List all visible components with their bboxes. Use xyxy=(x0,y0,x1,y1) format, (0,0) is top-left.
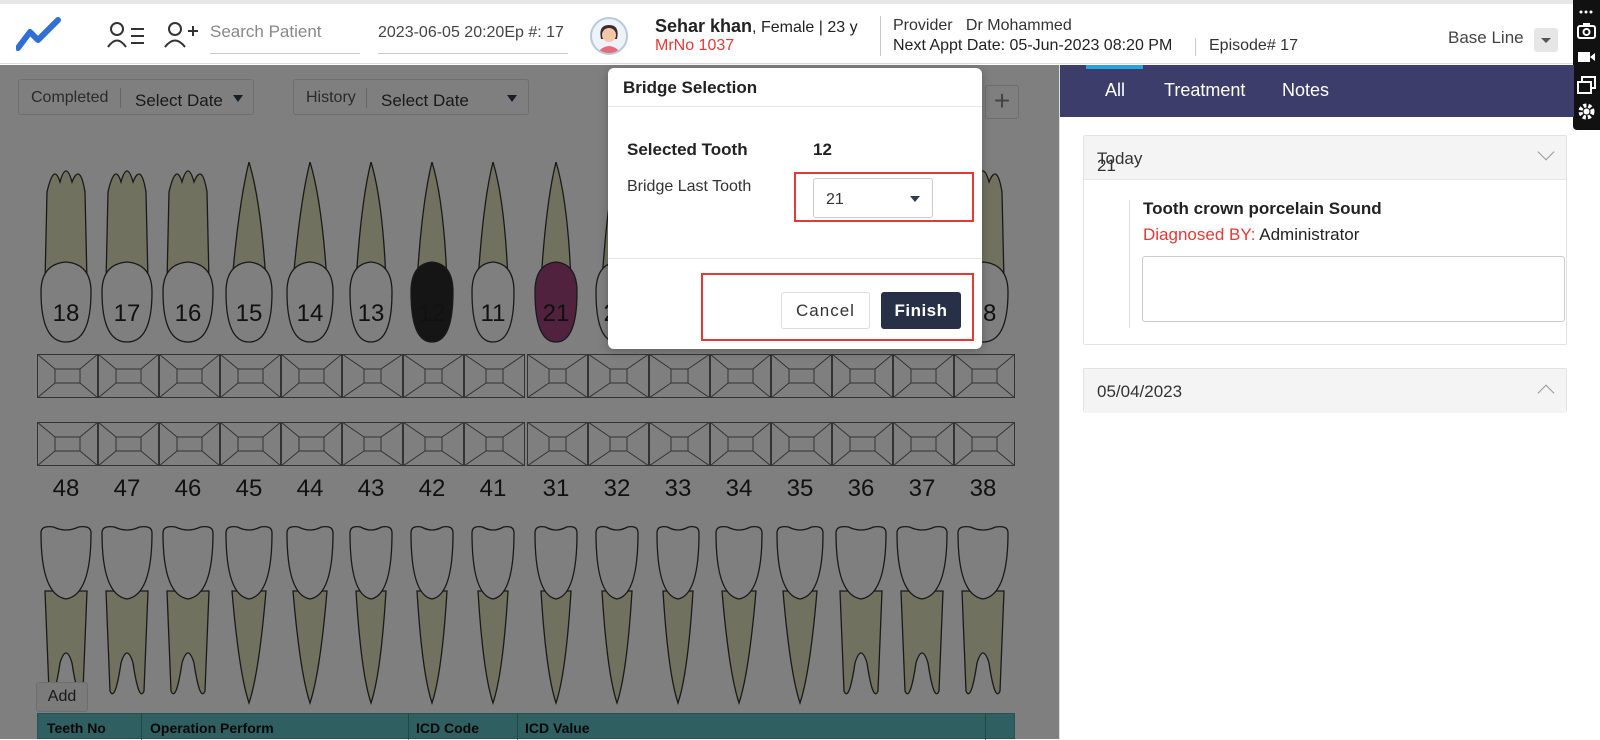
next-appointment: Next Appt Date: 05-Jun-2023 08:20 PM xyxy=(893,37,1173,54)
episode-number: Episode# 17 xyxy=(1209,37,1298,54)
section-past-header[interactable]: 05/04/2023 xyxy=(1084,369,1566,413)
header-divider xyxy=(880,16,881,56)
bridge-selection-dialog: Bridge Selection Selected Tooth 12 Bridg… xyxy=(608,68,982,349)
section-today-header[interactable]: Today xyxy=(1084,136,1566,180)
add-patient-icon[interactable] xyxy=(163,20,199,55)
dialog-divider xyxy=(608,106,982,107)
selected-tooth-value: 12 xyxy=(813,140,832,159)
chevron-down-icon[interactable] xyxy=(1537,143,1555,161)
dialog-title: Bridge Selection xyxy=(623,78,758,97)
search-patient-input[interactable]: Search Patient xyxy=(210,16,360,54)
history-panel: All Treatment Notes Today 21 Tooth crown… xyxy=(1059,65,1574,739)
chevron-up-icon[interactable] xyxy=(1537,384,1555,402)
section-past-title: 05/04/2023 xyxy=(1097,382,1183,401)
tab-treatment[interactable]: Treatment xyxy=(1164,80,1245,101)
visit-date-episode-field[interactable]: 2023-06-05 20:20Ep #: 17 xyxy=(378,16,568,54)
episode-divider xyxy=(1195,38,1196,56)
history-tabs: All Treatment Notes xyxy=(1060,65,1574,117)
entry-divider xyxy=(1129,200,1130,328)
baseline-label[interactable]: Base Line xyxy=(1448,28,1524,48)
annotation-highlight-select xyxy=(794,172,974,222)
settings-gear-icon[interactable] xyxy=(1577,102,1596,121)
section-today: Today 21 Tooth crown porcelain Sound Dia… xyxy=(1083,135,1567,345)
screen-tool-strip xyxy=(1573,0,1600,130)
tab-all[interactable]: All xyxy=(1105,80,1125,101)
selected-tooth-label: Selected Tooth xyxy=(627,140,748,159)
baseline-dropdown-button[interactable] xyxy=(1534,28,1558,52)
provider-info: Provider Dr Mohammed xyxy=(893,17,1072,34)
bridge-last-tooth-label: Bridge Last Tooth xyxy=(627,178,752,195)
active-tab-indicator xyxy=(1086,65,1143,69)
dialog-divider xyxy=(608,258,982,259)
tab-notes[interactable]: Notes xyxy=(1282,80,1329,101)
camera-icon[interactable] xyxy=(1577,22,1596,41)
app-header: Search Patient 2023-06-05 20:20Ep #: 17 … xyxy=(0,4,1600,64)
windows-icon[interactable] xyxy=(1577,76,1596,95)
entry-notes-textarea[interactable] xyxy=(1142,256,1565,322)
app-logo-icon[interactable] xyxy=(15,16,62,57)
entry-tooth-number: 21 xyxy=(1097,156,1116,175)
entry-title: Tooth crown porcelain Sound xyxy=(1143,199,1382,218)
patient-avatar xyxy=(590,17,628,55)
patient-list-icon[interactable] xyxy=(107,20,147,55)
patient-mrno: MrNo 1037 xyxy=(655,37,735,54)
entry-diagnosed-by: Diagnosed BY: Administrator xyxy=(1143,225,1360,244)
annotation-highlight-buttons xyxy=(701,273,974,341)
patient-name: Sehar khan, Female | 23 y xyxy=(655,16,858,36)
more-options-icon[interactable] xyxy=(1577,4,1596,23)
video-icon[interactable] xyxy=(1577,50,1596,69)
section-past-date: 05/04/2023 xyxy=(1083,368,1567,413)
